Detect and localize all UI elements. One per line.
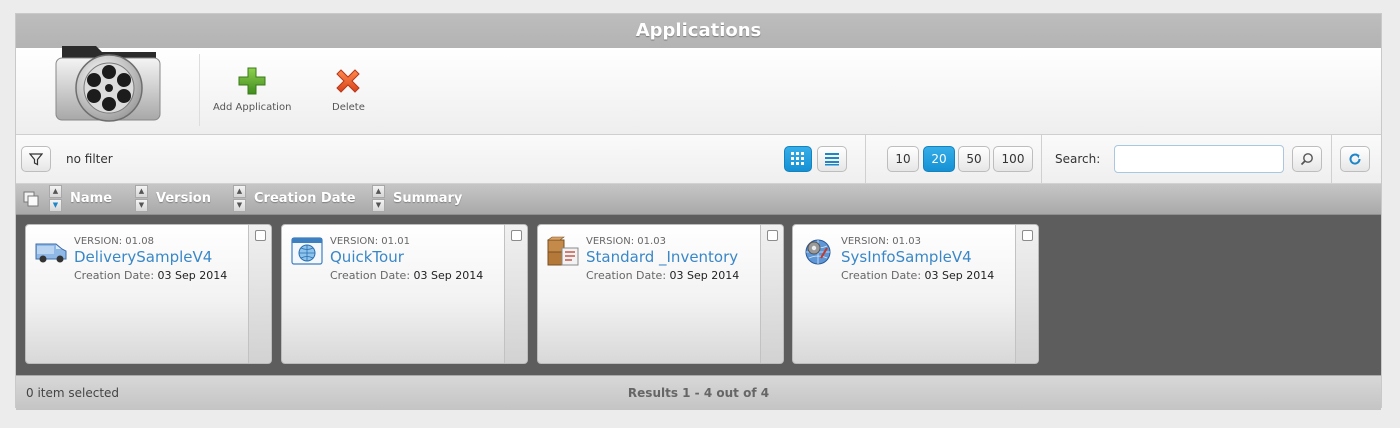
page-size-100[interactable]: 100 (993, 146, 1033, 172)
card-app-name[interactable]: SysInfoSampleV4 (841, 248, 972, 266)
toolbar-divider (199, 54, 200, 126)
filter-status: no filter (66, 152, 113, 166)
card-creation-date: Creation Date: 03 Sep 2014 (841, 269, 994, 282)
status-bar: 0 item selected Results 1 - 4 out of 4 (16, 375, 1381, 410)
toolbar: Add Application Delete (16, 46, 1381, 135)
card-date-value: 03 Sep 2014 (669, 269, 740, 282)
film-reel-folder-icon (55, 46, 161, 122)
magnifier-icon (1300, 153, 1313, 166)
application-card[interactable]: VERSION: 01.03 Standard _Inventory Creat… (537, 224, 784, 364)
card-app-name[interactable]: DeliverySampleV4 (74, 248, 212, 266)
search-button[interactable] (1292, 146, 1322, 172)
globe-gear-icon (805, 239, 831, 265)
add-application-label: Add Application (213, 102, 292, 113)
card-date-key: Creation Date: (74, 269, 155, 282)
card-date-key: Creation Date: (586, 269, 667, 282)
applications-window: Applications Add Application Delete no f… (15, 13, 1382, 410)
page-size-10[interactable]: 10 (887, 146, 919, 172)
sort-creation-date-control[interactable]: ▲ ▼ (233, 185, 246, 213)
filter-divider (865, 135, 866, 183)
boxes-inventory-icon (547, 236, 579, 266)
sort-ascending-icon[interactable]: ▲ (233, 185, 246, 198)
refresh-button[interactable] (1340, 146, 1370, 172)
page-size-20[interactable]: 20 (923, 146, 955, 172)
delete-button[interactable]: Delete (332, 66, 365, 113)
select-all-icon[interactable] (23, 191, 39, 207)
sort-descending-icon[interactable]: ▼ (135, 199, 148, 212)
column-summary[interactable]: Summary (393, 191, 462, 206)
plus-icon (238, 67, 266, 95)
card-version: VERSION: 01.01 (330, 236, 410, 247)
sort-ascending-icon[interactable]: ▲ (372, 185, 385, 198)
application-card[interactable]: VERSION: 01.03 SysInfoSampleV4 Creation … (792, 224, 1039, 364)
delete-label: Delete (332, 102, 365, 113)
card-version: VERSION: 01.03 (586, 236, 666, 247)
sort-summary-control[interactable]: ▲ ▼ (372, 185, 385, 213)
card-date-value: 03 Sep 2014 (924, 269, 995, 282)
column-name[interactable]: Name (70, 191, 112, 206)
sort-descending-icon[interactable]: ▼ (233, 199, 246, 212)
card-creation-date: Creation Date: 03 Sep 2014 (330, 269, 483, 282)
filter-bar: no filter 10 20 50 100 Search: (16, 135, 1381, 184)
card-checkbox[interactable] (255, 230, 266, 241)
refresh-icon (1349, 153, 1361, 165)
card-version: VERSION: 01.08 (74, 236, 154, 247)
sort-version-control[interactable]: ▲ ▼ (135, 185, 148, 213)
card-side-strip (504, 225, 527, 363)
delivery-van-icon (35, 243, 67, 263)
search-input[interactable] (1114, 145, 1284, 173)
sort-descending-icon[interactable]: ▼ (372, 199, 385, 212)
card-date-value: 03 Sep 2014 (413, 269, 484, 282)
sort-descending-icon[interactable]: ▼ (49, 199, 62, 212)
card-checkbox[interactable] (1022, 230, 1033, 241)
filter-divider (1041, 135, 1042, 183)
sort-name-control[interactable]: ▲ ▼ (49, 185, 62, 213)
column-version[interactable]: Version (156, 191, 211, 206)
card-version: VERSION: 01.03 (841, 236, 921, 247)
card-creation-date: Creation Date: 03 Sep 2014 (586, 269, 739, 282)
card-checkbox[interactable] (767, 230, 778, 241)
sort-ascending-icon[interactable]: ▲ (135, 185, 148, 198)
page-size-50[interactable]: 50 (958, 146, 990, 172)
results-summary: Results 1 - 4 out of 4 (627, 386, 770, 400)
card-date-key: Creation Date: (330, 269, 411, 282)
search-label: Search: (1055, 152, 1101, 166)
card-date-value: 03 Sep 2014 (157, 269, 228, 282)
filter-button[interactable] (21, 146, 51, 172)
application-card[interactable]: VERSION: 01.01 QuickTour Creation Date: … (281, 224, 528, 364)
card-side-strip (760, 225, 783, 363)
filter-divider (1331, 135, 1332, 183)
card-app-name[interactable]: Standard _Inventory (586, 248, 738, 266)
column-header-bar: ▲ ▼ Name ▲ ▼ Version ▲ ▼ Creation Date ▲… (16, 184, 1381, 215)
card-checkbox[interactable] (511, 230, 522, 241)
card-side-strip (1015, 225, 1038, 363)
funnel-icon (29, 153, 43, 166)
grid-view-icon (791, 152, 804, 165)
card-app-name[interactable]: QuickTour (330, 248, 404, 266)
globe-window-icon (291, 237, 323, 265)
card-creation-date: Creation Date: 03 Sep 2014 (74, 269, 227, 282)
list-view-icon (825, 153, 839, 166)
card-date-key: Creation Date: (841, 269, 922, 282)
applications-grid: VERSION: 01.08 DeliverySampleV4 Creation… (16, 215, 1381, 375)
add-application-button[interactable]: Add Application (213, 66, 291, 113)
grid-view-button[interactable] (784, 146, 812, 172)
sort-ascending-icon[interactable]: ▲ (49, 185, 62, 198)
delete-x-icon (336, 69, 361, 93)
list-view-button[interactable] (817, 146, 847, 172)
card-side-strip (248, 225, 271, 363)
column-creation-date[interactable]: Creation Date (254, 191, 356, 206)
window-title: Applications (16, 14, 1381, 48)
application-card[interactable]: VERSION: 01.08 DeliverySampleV4 Creation… (25, 224, 272, 364)
